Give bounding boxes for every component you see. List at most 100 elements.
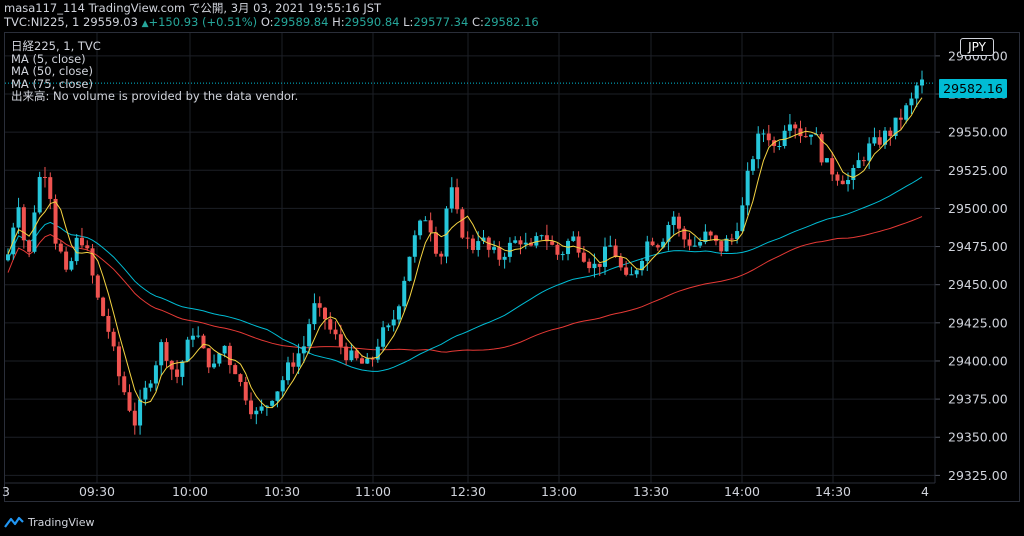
x-tick-label: 12:30 [450, 484, 486, 499]
candle-body [830, 158, 835, 175]
candle-body [766, 133, 771, 141]
candle-body [74, 237, 79, 262]
candle-body [809, 134, 814, 137]
candle-body [618, 257, 623, 268]
x-tick-label: 11:00 [355, 484, 391, 499]
candle-body [370, 358, 375, 360]
candle-body [407, 256, 412, 281]
candle-body [206, 348, 211, 368]
candle-body [396, 306, 401, 320]
candle-body [101, 297, 106, 316]
y-tick-label: 29550.00 [948, 125, 1008, 140]
legend-title[interactable]: 日経225, 1, TVC [11, 40, 298, 53]
candle-body [127, 392, 132, 411]
candle-body [95, 275, 100, 298]
candle-body [613, 245, 618, 258]
tradingview-logo-icon [4, 516, 24, 528]
candle-body [301, 346, 306, 354]
y-tick-label: 29350.00 [948, 430, 1008, 445]
candle-body [42, 176, 47, 178]
candle-body [497, 247, 502, 260]
candle-body [465, 237, 470, 239]
candle-body [32, 212, 37, 252]
candle-body [222, 345, 227, 354]
candle-body [217, 353, 222, 364]
x-tick-label: 14:30 [815, 484, 851, 499]
candle-body [423, 220, 428, 222]
legend-ma50[interactable]: MA (50, close) [11, 65, 298, 78]
candle-body [909, 98, 914, 106]
candle-body [53, 198, 58, 244]
candle-body [48, 177, 53, 199]
candle-body [920, 79, 924, 86]
candle-body [861, 160, 866, 162]
candle-body [888, 130, 893, 136]
x-tick-label: 13:30 [633, 484, 669, 499]
candle-body [687, 239, 692, 246]
candle-body [597, 263, 602, 267]
candle-body [254, 410, 259, 415]
candle-body [164, 342, 169, 361]
candle-body [904, 105, 909, 120]
candle-body [259, 406, 264, 411]
candle-body [185, 339, 190, 362]
candle-body [386, 325, 391, 328]
legend-volume-note: 出来高: No volume is provided by the data v… [11, 89, 299, 103]
candle-body [877, 137, 882, 145]
candle-body [90, 248, 95, 276]
candle-body [21, 207, 26, 241]
candle-body [793, 124, 798, 129]
candle-body [418, 220, 423, 236]
candle-body [58, 243, 63, 252]
candle-body [835, 174, 840, 181]
candle-body [851, 168, 856, 180]
candle-body [750, 159, 755, 171]
candle-body [106, 315, 111, 332]
candle-body [719, 241, 724, 252]
tradingview-watermark[interactable]: TradingView [4, 514, 94, 530]
candle-body [338, 334, 343, 347]
candle-body [603, 246, 608, 267]
candle-body [470, 238, 475, 250]
candle-body [698, 242, 703, 246]
candle-body [777, 146, 782, 148]
y-tick-label: 29375.00 [948, 392, 1008, 407]
candle-body [576, 236, 581, 253]
candle-body [534, 236, 539, 246]
candle-body [476, 241, 481, 250]
candle-body [333, 329, 338, 335]
candle-body [381, 327, 386, 347]
candle-body [175, 369, 180, 377]
candle-body [787, 124, 792, 131]
candle-body [824, 158, 829, 163]
ma50-line [7, 176, 923, 372]
x-tick-label: 14:00 [724, 484, 760, 499]
candle-body [439, 253, 444, 257]
candle-body [518, 240, 523, 245]
candle-body [581, 252, 586, 262]
candle-body [756, 133, 761, 160]
candle-body [713, 235, 718, 242]
y-tick-label: 29450.00 [948, 277, 1008, 292]
candle-body [455, 187, 460, 210]
x-tick-label: 10:00 [172, 484, 208, 499]
last-price-tag: 29582.16 [939, 79, 1007, 98]
y-tick-label: 29475.00 [948, 239, 1008, 254]
candle-body [69, 261, 74, 270]
candle-body [846, 179, 851, 185]
currency-button[interactable]: JPY [960, 38, 994, 56]
candle-body [307, 324, 312, 347]
chart-legend: 日経225, 1, TVC MA (5, close) MA (50, clos… [11, 40, 298, 103]
candle-body [856, 160, 861, 169]
y-tick-label: 29400.00 [948, 353, 1008, 368]
candle-body [275, 391, 280, 401]
candle-body [692, 245, 697, 247]
candle-body [592, 263, 597, 269]
candle-body [492, 247, 497, 250]
x-tick-label: 4 [921, 484, 929, 499]
candle-body [676, 216, 681, 229]
candle-body [249, 400, 254, 415]
candle-body [344, 346, 349, 361]
candle-body [37, 176, 42, 213]
x-tick-label: 3 [2, 484, 10, 499]
